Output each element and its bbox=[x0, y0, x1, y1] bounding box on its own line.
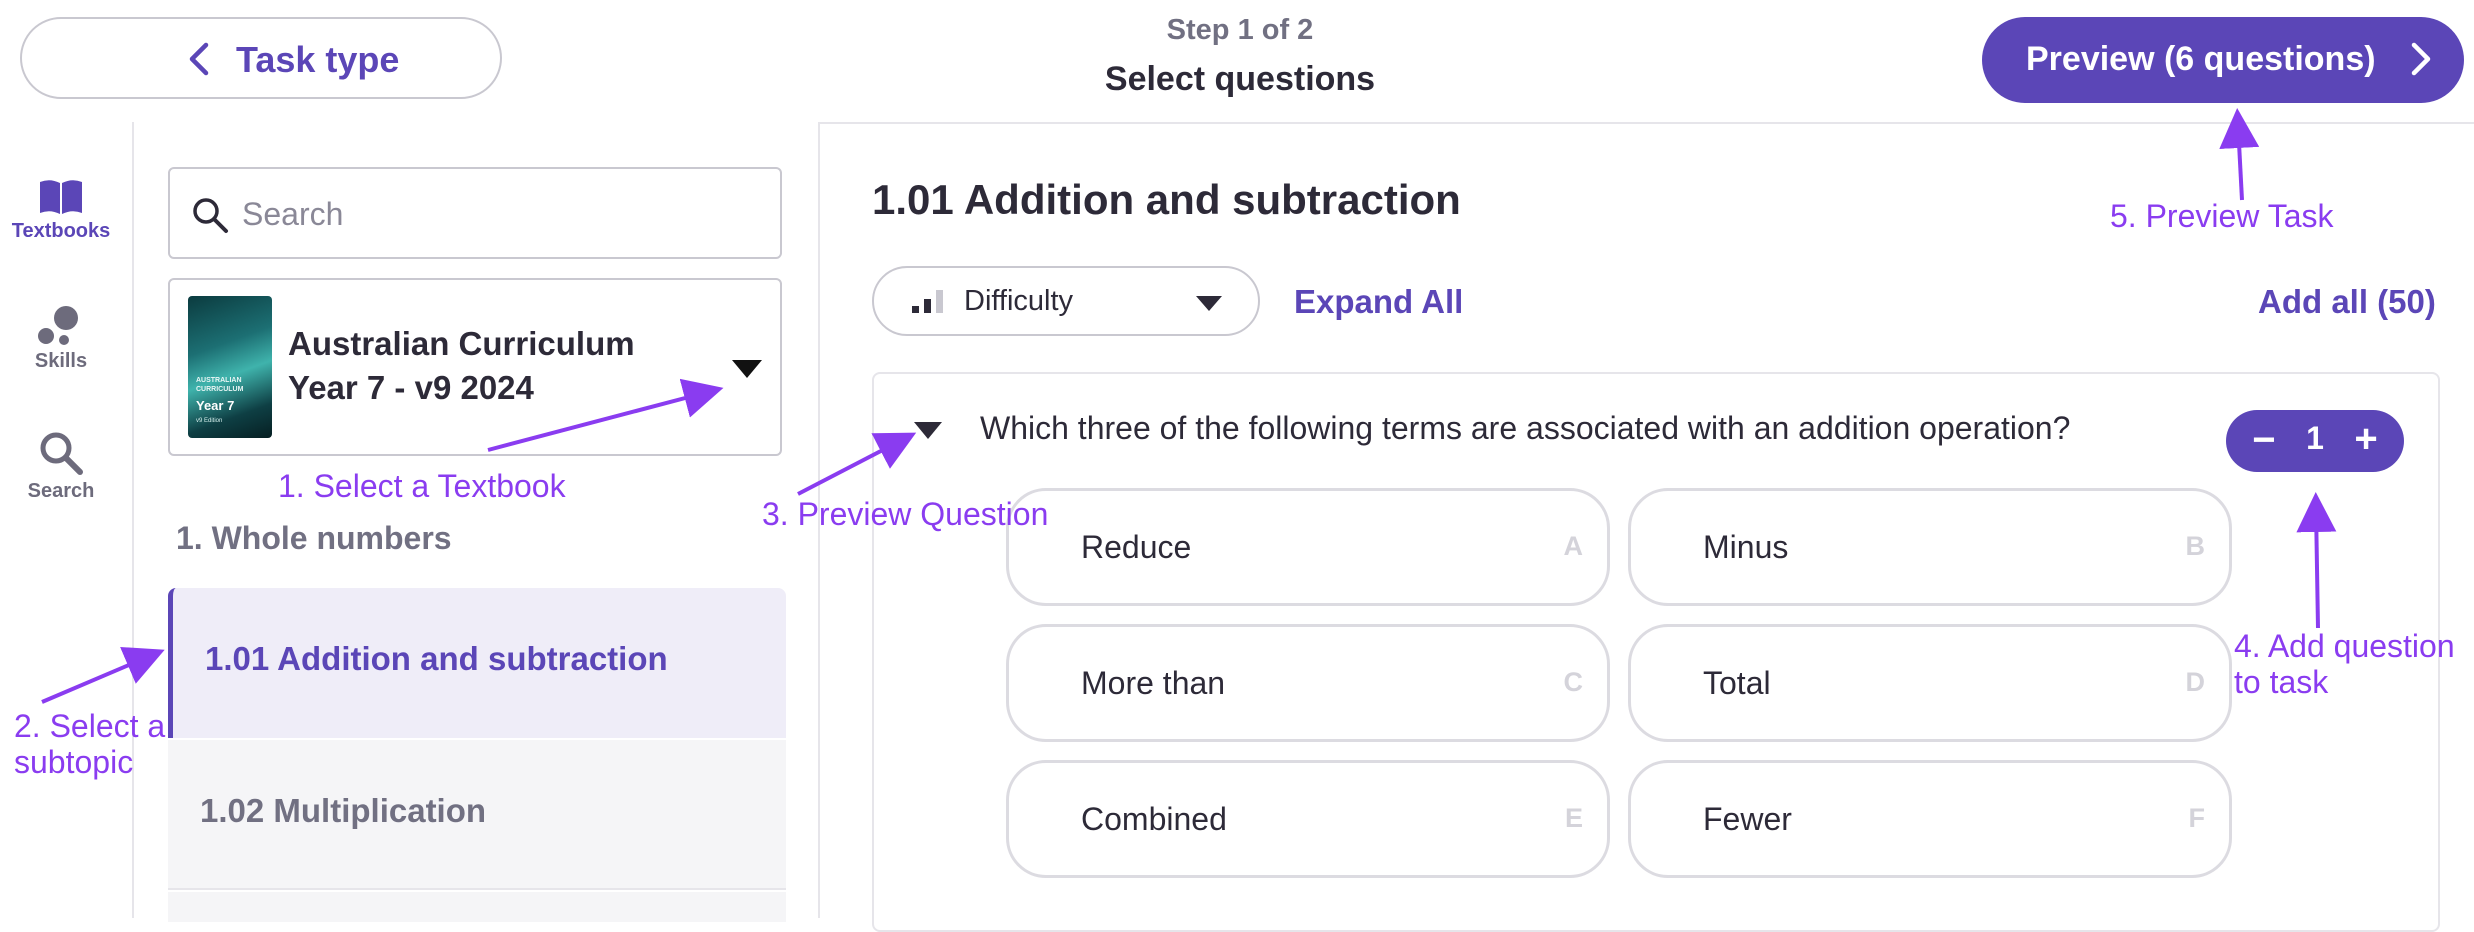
option-letter: B bbox=[2185, 531, 2206, 561]
option-text: Combined bbox=[1081, 801, 1227, 837]
arrow-to-preview bbox=[2219, 108, 2260, 201]
cover-series: AUSTRALIAN CURRICULUM bbox=[196, 377, 244, 393]
answer-option[interactable]: Reduce A bbox=[1006, 488, 1610, 606]
answer-option[interactable]: Total D bbox=[1628, 624, 2232, 742]
option-letter: F bbox=[2188, 803, 2206, 833]
rail-item-label: Skills bbox=[34, 350, 88, 372]
back-button[interactable]: Task type bbox=[20, 17, 502, 99]
preview-button[interactable]: Preview (6 questions) bbox=[1982, 17, 2464, 103]
search-icon bbox=[193, 198, 228, 233]
subtopic-label: 1.02 Multiplication bbox=[200, 792, 487, 829]
answer-option[interactable]: Combined E bbox=[1006, 760, 1610, 878]
annotation-add-question-line1: 4. Add question bbox=[2234, 628, 2455, 664]
annotation-select-subtopic-line2: subtopic bbox=[14, 744, 134, 780]
back-button-label: Task type bbox=[236, 39, 400, 80]
question-quantity-stepper: − 1 + bbox=[2226, 410, 2404, 472]
annotation-select-textbook: 1. Select a Textbook bbox=[278, 468, 566, 504]
increment-button[interactable]: + bbox=[2346, 414, 2386, 464]
step-indicator: Step 1 of 2 bbox=[1166, 14, 1314, 46]
option-text: Reduce bbox=[1081, 529, 1192, 565]
option-text: Fewer bbox=[1703, 801, 1792, 837]
skills-icon bbox=[38, 306, 78, 345]
book-icon bbox=[40, 180, 82, 214]
subtopic-item-active[interactable]: 1.01 Addition and subtraction bbox=[168, 588, 786, 738]
subtopic-label: 1.01 Addition and subtraction bbox=[205, 640, 668, 677]
caret-down-icon bbox=[1196, 296, 1222, 311]
answer-option[interactable]: Fewer F bbox=[1628, 760, 2232, 878]
option-letter: D bbox=[2185, 667, 2206, 697]
expand-all-button[interactable]: Expand All bbox=[1294, 283, 1463, 321]
rail-item-label: Textbooks bbox=[11, 220, 111, 242]
difficulty-dropdown[interactable]: Difficulty bbox=[872, 266, 1260, 336]
option-text: Total bbox=[1703, 665, 1771, 701]
add-all-button[interactable]: Add all (50) bbox=[2258, 283, 2436, 321]
annotation-select-subtopic-line1: 2. Select a bbox=[14, 708, 166, 744]
rail-item-textbooks[interactable]: Textbooks bbox=[0, 178, 122, 243]
rail-item-skills[interactable]: Skills bbox=[0, 304, 122, 373]
option-letter: C bbox=[1563, 667, 1584, 697]
search-icon bbox=[40, 432, 83, 475]
textbook-title: Australian Curriculum Year 7 - v9 2024 bbox=[288, 325, 635, 406]
option-text: More than bbox=[1081, 665, 1226, 701]
preview-button-label: Preview (6 questions) bbox=[2026, 40, 2376, 78]
textbook-selector[interactable]: AUSTRALIAN CURRICULUM Year 7 v9 Edition … bbox=[168, 278, 782, 456]
rail-item-label: Search bbox=[27, 480, 95, 502]
search-input[interactable] bbox=[240, 185, 764, 243]
page-title: Select questions bbox=[1104, 60, 1376, 98]
decrement-button[interactable]: − bbox=[2244, 416, 2284, 464]
subtopic-item[interactable]: 1.02 Multiplication bbox=[168, 740, 786, 890]
question-count: 1 bbox=[2306, 420, 2324, 456]
caret-down-icon[interactable] bbox=[732, 360, 762, 378]
answer-option[interactable]: More than C bbox=[1006, 624, 1610, 742]
option-letter: E bbox=[1564, 803, 1583, 833]
annotation-preview-task: 5. Preview Task bbox=[2110, 198, 2334, 234]
question-text: Which three of the following terms are a… bbox=[980, 410, 2071, 446]
search-field[interactable] bbox=[168, 167, 782, 259]
chapter-heading: 1. Whole numbers bbox=[176, 520, 452, 556]
chevron-right-icon bbox=[2411, 42, 2431, 76]
question-toggle-icon[interactable] bbox=[914, 422, 942, 439]
option-letter: A bbox=[1563, 531, 1584, 561]
subtopic-title: 1.01 Addition and subtraction bbox=[872, 176, 1461, 223]
difficulty-label: Difficulty bbox=[964, 285, 1074, 317]
difficulty-bars-icon bbox=[912, 290, 943, 313]
annotation-add-question-line2: to task bbox=[2234, 664, 2329, 700]
textbook-cover: AUSTRALIAN CURRICULUM Year 7 v9 Edition bbox=[188, 296, 272, 438]
chevron-left-icon bbox=[189, 42, 209, 76]
rail-item-search[interactable]: Search bbox=[0, 430, 122, 503]
option-text: Minus bbox=[1703, 529, 1789, 565]
annotation-preview-question: 3. Preview Question bbox=[762, 496, 1049, 532]
cover-edition: v9 Edition bbox=[196, 418, 223, 424]
answer-option[interactable]: Minus B bbox=[1628, 488, 2232, 606]
cover-year: Year 7 bbox=[196, 398, 235, 413]
